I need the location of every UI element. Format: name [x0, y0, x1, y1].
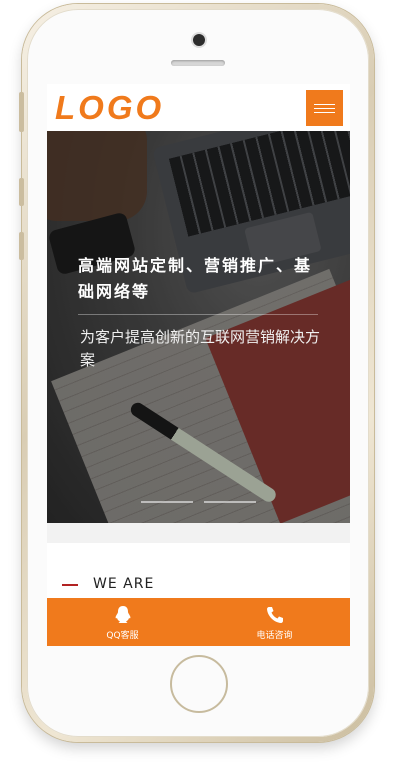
hamburger-menu-icon-line: [314, 112, 335, 113]
volume-down-button: [19, 178, 24, 206]
phone-consult-button[interactable]: 电话咨询: [199, 598, 350, 646]
qq-service-button[interactable]: QQ客服: [47, 598, 198, 646]
volume-up-button: [19, 92, 24, 132]
hamburger-menu-icon: [314, 104, 335, 105]
phone-consult-label: 电话咨询: [256, 631, 293, 641]
hero-title: 高端网站定制、营销推广、基础网络等: [78, 256, 313, 301]
slider-dot-1[interactable]: [141, 501, 193, 503]
site-header: LOGO: [47, 84, 350, 131]
home-button[interactable]: [170, 655, 228, 713]
front-camera: [193, 34, 205, 46]
earpiece-speaker: [171, 60, 225, 66]
section-accent-line: [62, 584, 78, 586]
mute-switch: [19, 232, 24, 260]
slider-dot-2[interactable]: [204, 501, 256, 503]
menu-button[interactable]: [306, 90, 343, 126]
qq-icon: [115, 606, 131, 623]
phone-icon: [267, 607, 283, 623]
hero-banner[interactable]: 高端网站定制、营销推广、基础网络等 为客户提高创新的互联网营销解决方案: [47, 131, 350, 523]
qq-service-label: QQ客服: [106, 631, 139, 641]
section-title: WE ARE: [93, 576, 155, 592]
bottom-bar: QQ客服 电话咨询: [47, 598, 350, 646]
site-logo[interactable]: LOGO: [55, 89, 164, 127]
we-are-section: WE ARE: [47, 543, 350, 603]
hamburger-menu-icon-line: [314, 108, 335, 109]
hero-divider: [78, 314, 318, 315]
hero-subtitle: 为客户提高创新的互联网营销解决方案: [80, 328, 321, 369]
phone-screen: LOGO 高端网站定制、营销推广、基础网络等 为客户提高创新的互联网营销解决方案…: [47, 84, 350, 646]
